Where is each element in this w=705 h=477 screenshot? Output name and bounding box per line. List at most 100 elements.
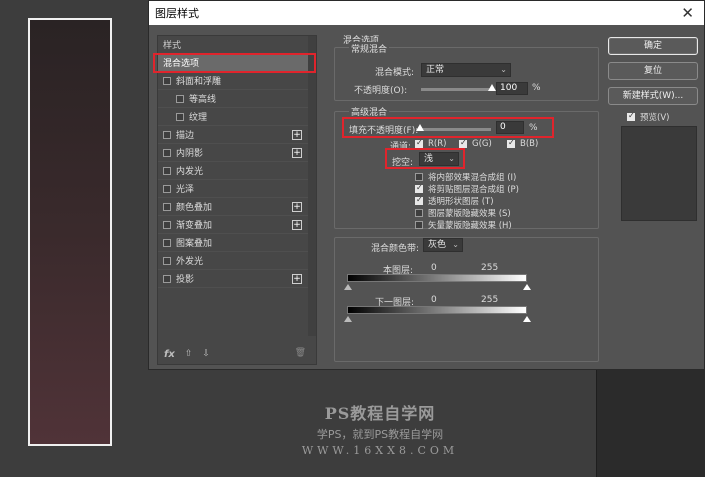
right-side-panel xyxy=(596,370,705,477)
watermark-url: WWW.16XX8.COM xyxy=(301,444,459,457)
preview-row[interactable]: 预览(V) xyxy=(627,111,669,123)
style-checkbox[interactable] xyxy=(163,274,171,283)
trash-icon[interactable]: 🗑 xyxy=(295,348,306,358)
add-style-icon[interactable]: + xyxy=(292,274,302,284)
style-checkbox[interactable] xyxy=(163,184,171,193)
advanced-option-checkbox[interactable] xyxy=(415,183,423,193)
opacity-unit: % xyxy=(532,83,541,93)
reset-button[interactable]: 复位 xyxy=(608,62,698,80)
document-canvas[interactable] xyxy=(28,18,112,446)
channel-g-checkbox[interactable] xyxy=(459,138,467,148)
styles-bottom-bar: fx ⇧ ⇩ 🗑 xyxy=(158,344,316,364)
style-item-label: 渐变叠加 xyxy=(176,221,213,231)
ok-button[interactable]: 确定 xyxy=(608,37,698,55)
style-checkbox[interactable] xyxy=(163,76,171,85)
advanced-option-label: 将内部效果混合成组 (I) xyxy=(428,173,517,183)
underlying-layer-min: 0 xyxy=(431,295,437,305)
advanced-option-checkbox[interactable] xyxy=(415,195,423,205)
watermark-subtitle: 学PS，就到PS教程自学网 xyxy=(316,428,444,441)
add-style-icon[interactable]: + xyxy=(292,220,302,230)
style-item-label: 图案叠加 xyxy=(176,239,213,249)
this-layer-white-slider[interactable] xyxy=(523,284,531,290)
highlight-knockout xyxy=(385,148,465,169)
style-item[interactable]: 描边 + xyxy=(158,126,316,144)
style-item-label: 等高线 xyxy=(189,95,217,105)
preview-label: 预览(V) xyxy=(640,113,670,123)
advanced-option-row[interactable]: 将剪贴图层混合成组 (P) xyxy=(415,183,519,195)
underlying-layer-black-slider[interactable] xyxy=(344,316,352,322)
style-checkbox[interactable] xyxy=(163,220,171,229)
style-checkbox[interactable] xyxy=(163,166,171,175)
styles-header: 样式 xyxy=(158,36,316,54)
style-checkbox[interactable] xyxy=(163,238,171,247)
add-style-icon[interactable]: + xyxy=(292,130,302,140)
style-checkbox[interactable] xyxy=(163,256,171,265)
advanced-option-label: 矢量蒙版隐藏效果 (H) xyxy=(428,221,512,231)
highlight-fill-opacity xyxy=(342,117,554,138)
opacity-field[interactable]: 100 xyxy=(496,82,528,95)
style-item[interactable]: 光泽 xyxy=(158,180,316,198)
style-item-label: 投影 xyxy=(176,275,195,285)
style-item[interactable]: 图案叠加 xyxy=(158,234,316,252)
style-item[interactable]: 内阴影 + xyxy=(158,144,316,162)
watermark-title: PS教程自学网 xyxy=(324,404,436,423)
opacity-slider-thumb[interactable] xyxy=(488,84,496,91)
style-item-label: 纹理 xyxy=(189,113,208,123)
add-style-icon[interactable]: + xyxy=(292,202,302,212)
style-item[interactable]: 纹理 xyxy=(158,108,316,126)
style-checkbox[interactable] xyxy=(163,148,171,157)
channel-r-checkbox[interactable] xyxy=(415,138,423,148)
advanced-option-row[interactable]: 矢量蒙版隐藏效果 (H) xyxy=(415,219,512,231)
advanced-option-checkbox[interactable] xyxy=(415,209,423,217)
style-item-label: 光泽 xyxy=(176,185,195,195)
fx-icon[interactable]: fx xyxy=(164,349,175,360)
watermark: PS教程自学网 学PS，就到PS教程自学网 WWW.16XX8.COM xyxy=(280,400,480,457)
style-item-label: 斜面和浮雕 xyxy=(176,77,222,87)
style-item-label: 颜色叠加 xyxy=(176,203,213,213)
style-item[interactable]: 渐变叠加 + xyxy=(158,216,316,234)
preview-checkbox[interactable] xyxy=(627,111,635,121)
dialog-titlebar: 图层样式 ✕ xyxy=(149,1,704,25)
style-checkbox[interactable] xyxy=(163,130,171,139)
close-icon[interactable]: ✕ xyxy=(681,4,694,22)
style-item[interactable]: 斜面和浮雕 xyxy=(158,72,316,90)
blend-if-select[interactable]: 灰色 ⌄ xyxy=(423,238,463,252)
style-item[interactable]: 投影 + xyxy=(158,270,316,288)
this-layer-min: 0 xyxy=(431,263,437,273)
advanced-option-row[interactable]: 图层蒙版隐藏效果 (S) xyxy=(415,207,511,219)
opacity-label: 不透明度(O): xyxy=(354,86,408,96)
advanced-option-checkbox[interactable] xyxy=(415,221,423,229)
move-down-icon[interactable]: ⇩ xyxy=(202,349,210,359)
blend-mode-select[interactable]: 正常 ⌄ xyxy=(421,63,511,77)
blend-if-group xyxy=(334,237,599,362)
new-style-button[interactable]: 新建样式(W)... xyxy=(608,87,698,105)
advanced-option-row[interactable]: 透明形状图层 (T) xyxy=(415,195,494,207)
style-item[interactable]: 内发光 xyxy=(158,162,316,180)
style-checkbox[interactable] xyxy=(176,94,184,103)
style-item-label: 内发光 xyxy=(176,167,204,177)
style-item[interactable]: 外发光 xyxy=(158,252,316,270)
blend-mode-value: 正常 xyxy=(426,65,445,75)
advanced-option-row[interactable]: 将内部效果混合成组 (I) xyxy=(415,171,516,183)
layer-style-dialog: 图层样式 ✕ 样式 混合选项 斜面和浮雕 等高线 纹理 描边 + 内阴影 + 内发光 光泽 颜色叠加… xyxy=(148,0,705,370)
style-checkbox[interactable] xyxy=(176,112,184,121)
underlying-layer-max: 255 xyxy=(481,295,499,305)
styles-header-label: 样式 xyxy=(163,41,182,51)
this-layer-black-slider[interactable] xyxy=(344,284,352,290)
style-item[interactable]: 等高线 xyxy=(158,90,316,108)
styles-scrollbar[interactable] xyxy=(308,36,316,336)
advanced-option-checkbox[interactable] xyxy=(415,173,423,181)
style-item-label: 描边 xyxy=(176,131,195,141)
channel-b-checkbox[interactable] xyxy=(507,138,515,148)
style-checkbox[interactable] xyxy=(163,202,171,211)
chevron-down-icon: ⌄ xyxy=(500,65,507,74)
advanced-option-label: 图层蒙版隐藏效果 (S) xyxy=(428,209,511,219)
channel-b-row[interactable]: B(B) xyxy=(507,138,538,149)
move-up-icon[interactable]: ⇧ xyxy=(185,349,193,359)
highlight-blending-options xyxy=(153,53,316,73)
styles-list: 样式 混合选项 斜面和浮雕 等高线 纹理 描边 + 内阴影 + 内发光 光泽 颜色叠加 + 渐变叠加 + 图… xyxy=(157,35,317,365)
underlying-layer-white-slider[interactable] xyxy=(523,316,531,322)
add-style-icon[interactable]: + xyxy=(292,148,302,158)
style-item[interactable]: 颜色叠加 + xyxy=(158,198,316,216)
opacity-slider[interactable] xyxy=(421,88,491,91)
